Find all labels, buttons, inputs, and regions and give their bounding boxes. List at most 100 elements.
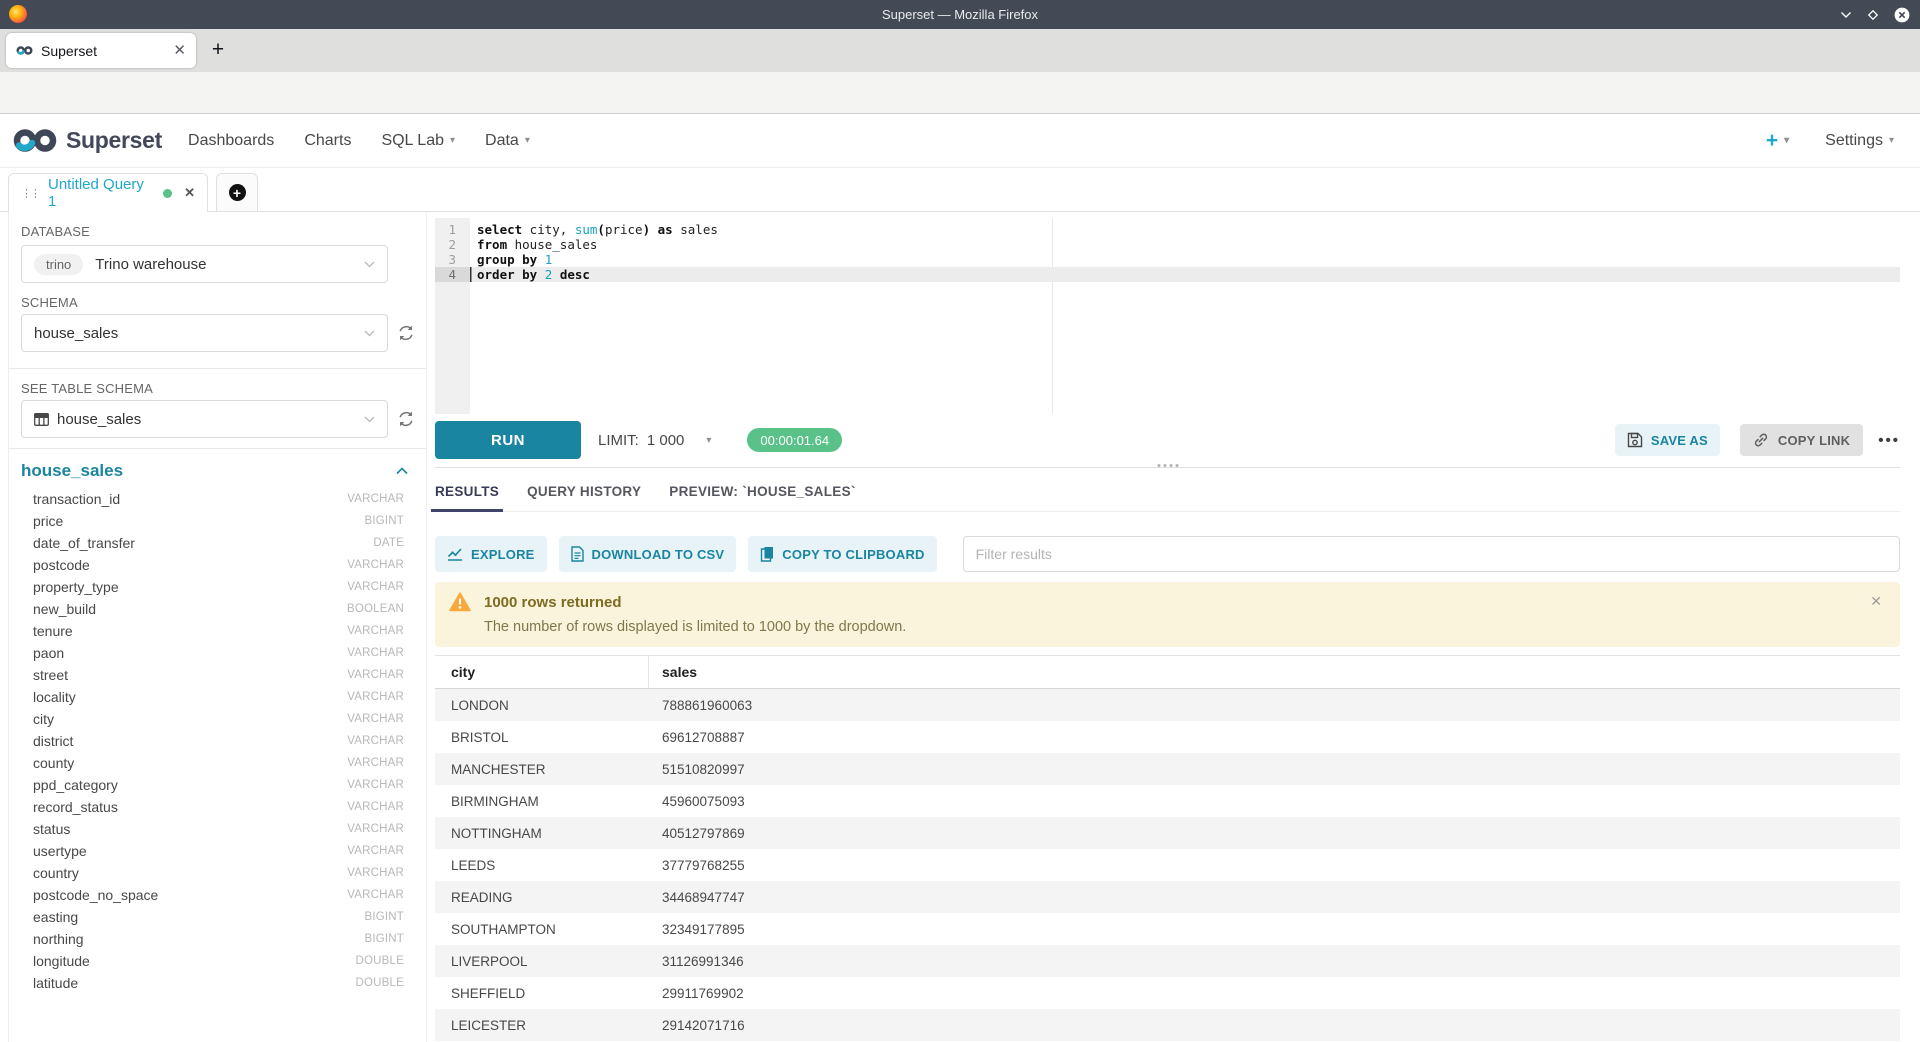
sql-line: 2from house_sales bbox=[435, 237, 1900, 252]
save-as-button[interactable]: SAVE AS bbox=[1615, 424, 1720, 456]
column-name: easting bbox=[21, 909, 364, 925]
run-button[interactable]: RUN bbox=[435, 421, 581, 459]
cell-city: SOUTHAMPTON bbox=[435, 922, 649, 937]
schema-value: house_sales bbox=[34, 325, 118, 342]
query-tab-close-icon[interactable]: ✕ bbox=[184, 185, 195, 201]
nav-item-dashboards[interactable]: Dashboards bbox=[188, 132, 274, 150]
column-type: VARCHAR bbox=[347, 845, 426, 857]
chart-icon bbox=[447, 547, 463, 561]
navbar-items: Dashboards Charts SQL Lab▾ Data▾ bbox=[188, 132, 530, 150]
new-tab-button[interactable]: + bbox=[206, 38, 230, 62]
schema-column-row: statusVARCHAR bbox=[21, 818, 426, 840]
schema-column-row: date_of_transferDATE bbox=[21, 532, 426, 554]
column-type: VARCHAR bbox=[347, 581, 426, 593]
schema-column-row: tenureVARCHAR bbox=[21, 620, 426, 642]
line-number: 2 bbox=[435, 237, 470, 252]
schema-column-row: cityVARCHAR bbox=[21, 708, 426, 730]
superset-logo[interactable] bbox=[12, 127, 58, 154]
refresh-table-icon[interactable] bbox=[397, 410, 415, 428]
more-actions-button[interactable]: ••• bbox=[1878, 432, 1900, 449]
database-select[interactable]: trino Trino warehouse bbox=[21, 245, 388, 283]
alert-close-icon[interactable]: ✕ bbox=[1870, 594, 1882, 608]
column-type: VARCHAR bbox=[347, 757, 426, 769]
table-select[interactable]: house_sales bbox=[21, 400, 388, 438]
sql-editor[interactable]: 1select city, sum(price) as sales2from h… bbox=[435, 218, 1900, 414]
cell-sales: 32349177895 bbox=[649, 922, 745, 937]
results-table-header: city sales bbox=[435, 655, 1900, 689]
limit-dropdown[interactable]: LIMIT: 1 000 ▾ bbox=[598, 432, 711, 449]
tab-close-icon[interactable]: ✕ bbox=[173, 43, 186, 58]
caret-down-icon: ▾ bbox=[525, 135, 530, 146]
schema-column-row: countyVARCHAR bbox=[21, 752, 426, 774]
explore-button[interactable]: EXPLORE bbox=[435, 536, 547, 572]
csv-file-icon bbox=[571, 546, 584, 562]
cell-city: LONDON bbox=[435, 698, 649, 713]
nav-item-charts[interactable]: Charts bbox=[304, 132, 351, 150]
results-toolbar: EXPLORE DOWNLOAD TO CSV COPY TO CLIPBOAR… bbox=[435, 536, 1900, 572]
new-query-tab-button[interactable]: + bbox=[216, 173, 258, 211]
sqllab-workspace: ⋮⋮ Untitled Query 1 ✕ + DATABASE trino T… bbox=[0, 168, 1920, 1042]
table-row: BIRMINGHAM45960075093 bbox=[435, 785, 1900, 817]
superset-favicon bbox=[16, 45, 33, 56]
close-icon[interactable] bbox=[1894, 7, 1910, 23]
minimize-icon[interactable] bbox=[1840, 11, 1852, 19]
nav-item-data[interactable]: Data▾ bbox=[485, 132, 530, 150]
table-value: house_sales bbox=[57, 411, 141, 428]
table-row: SOUTHAMPTON32349177895 bbox=[435, 913, 1900, 945]
results-tab-results[interactable]: RESULTS bbox=[435, 484, 499, 499]
table-schema-heading[interactable]: house_sales bbox=[21, 461, 123, 481]
copy-clipboard-button[interactable]: COPY TO CLIPBOARD bbox=[748, 536, 936, 572]
schema-column-row: northingBIGINT bbox=[21, 928, 426, 950]
column-type: DATE bbox=[373, 537, 426, 549]
copy-link-button[interactable]: COPY LINK bbox=[1740, 424, 1863, 456]
table-row: SHEFFIELD29911769902 bbox=[435, 977, 1900, 1009]
schema-column-row: new_buildBOOLEAN bbox=[21, 598, 426, 620]
pane-splitter[interactable] bbox=[435, 467, 1900, 468]
settings-menu[interactable]: Settings▾ bbox=[1825, 132, 1894, 150]
table-row: LONDON788861960063 bbox=[435, 689, 1900, 721]
sql-line: 4order by 2 desc bbox=[435, 267, 1900, 282]
column-name: postcode_no_space bbox=[21, 887, 347, 903]
browser-tab-superset[interactable]: Superset ✕ bbox=[6, 33, 196, 68]
schema-column-row: transaction_idVARCHAR bbox=[21, 488, 426, 510]
nav-item-sql-lab[interactable]: SQL Lab▾ bbox=[381, 132, 455, 150]
refresh-schema-icon[interactable] bbox=[397, 324, 415, 342]
chevron-up-icon[interactable] bbox=[396, 467, 408, 475]
download-csv-button[interactable]: DOWNLOAD TO CSV bbox=[559, 536, 737, 572]
schema-column-row: priceBIGINT bbox=[21, 510, 426, 532]
column-header-city[interactable]: city bbox=[435, 656, 649, 688]
query-tab-active[interactable]: ⋮⋮ Untitled Query 1 ✕ bbox=[8, 173, 208, 212]
sql-line-code: order by 2 desc bbox=[470, 267, 1900, 282]
maximize-icon[interactable] bbox=[1867, 9, 1879, 21]
query-tabbar: ⋮⋮ Untitled Query 1 ✕ + bbox=[0, 168, 1920, 212]
caret-down-icon: ▾ bbox=[1889, 135, 1894, 146]
schema-column-row: postcode_no_spaceVARCHAR bbox=[21, 884, 426, 906]
cell-city: READING bbox=[435, 890, 649, 905]
schema-select[interactable]: house_sales bbox=[21, 314, 388, 352]
table-row: READING34468947747 bbox=[435, 881, 1900, 913]
column-name: northing bbox=[21, 931, 364, 947]
cell-sales: 34468947747 bbox=[649, 890, 745, 905]
column-header-sales[interactable]: sales bbox=[649, 656, 697, 688]
see-table-schema-label: SEE TABLE SCHEMA bbox=[21, 381, 426, 396]
results-tab-query-history[interactable]: QUERY HISTORY bbox=[527, 484, 641, 499]
brand-title[interactable]: Superset bbox=[66, 127, 162, 154]
drag-handle-icon[interactable]: ⋮⋮ bbox=[21, 187, 39, 200]
cell-city: LIVERPOOL bbox=[435, 954, 649, 969]
schema-column-row: longitudeDOUBLE bbox=[21, 950, 426, 972]
filter-results-input[interactable] bbox=[963, 536, 1900, 572]
column-type: VARCHAR bbox=[347, 779, 426, 791]
alert-title: 1000 rows returned bbox=[484, 594, 622, 611]
column-type: VARCHAR bbox=[347, 735, 426, 747]
add-new-button[interactable]: +▾ bbox=[1766, 129, 1789, 153]
limit-value: 1 000 bbox=[647, 432, 685, 449]
navbar-right: +▾ Settings▾ bbox=[1766, 129, 1920, 153]
schema-column-row: districtVARCHAR bbox=[21, 730, 426, 752]
column-name: status bbox=[21, 821, 347, 837]
column-name: property_type bbox=[21, 579, 347, 595]
caret-down-icon: ▾ bbox=[706, 435, 711, 446]
cell-sales: 37779768255 bbox=[649, 858, 745, 873]
chevron-down-icon bbox=[364, 261, 375, 268]
schema-column-row: countryVARCHAR bbox=[21, 862, 426, 884]
results-tab-preview-house-sales[interactable]: PREVIEW: `HOUSE_SALES` bbox=[669, 484, 855, 499]
